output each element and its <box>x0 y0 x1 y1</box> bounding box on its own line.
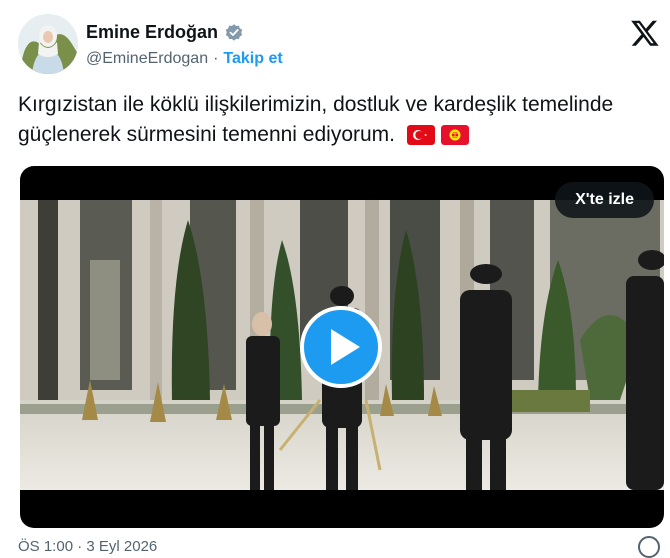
kyrgyzstan-flag-icon <box>440 125 469 146</box>
tweet-timestamp[interactable]: ÖS 1:00 · 3 Eyl 2026 <box>18 538 157 555</box>
tweet-text: Kırgızistan ile köklü ilişkilerimizin, d… <box>18 90 658 150</box>
info-icon[interactable] <box>638 536 660 558</box>
tweet-body: Kırgızistan ile köklü ilişkilerimizin, d… <box>18 93 614 146</box>
author-handle[interactable]: @EmineErdogan <box>86 50 208 68</box>
follow-button[interactable]: Takip et <box>223 50 282 68</box>
separator: · <box>213 50 219 67</box>
author-name[interactable]: Emine Erdoğan <box>86 22 218 43</box>
video-player[interactable]: X'te izle <box>20 166 664 528</box>
play-icon[interactable] <box>300 306 382 388</box>
x-logo-icon[interactable] <box>630 18 660 48</box>
verified-badge-icon <box>225 23 243 41</box>
watch-on-x-button[interactable]: X'te izle <box>555 182 654 218</box>
turkey-flag-icon <box>406 125 435 146</box>
tweet-header: Emine Erdoğan @EmineErdogan · Takip et <box>18 14 664 76</box>
avatar[interactable] <box>18 14 78 74</box>
